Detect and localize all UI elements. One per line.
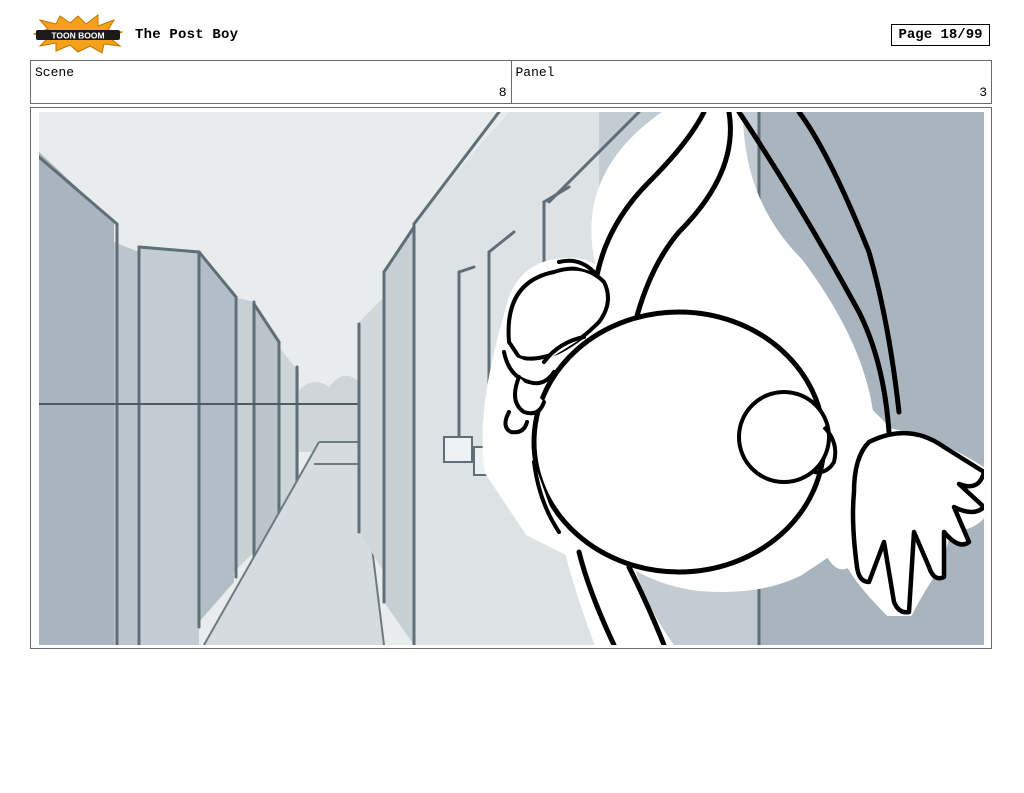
scene-cell: Scene 8 xyxy=(31,61,511,103)
toon-boom-logo: TOON BOOM xyxy=(32,14,124,54)
storyboard-title: The Post Boy xyxy=(135,27,239,43)
scene-panel-info: Scene 8 Panel 3 xyxy=(30,60,992,104)
scene-label: Scene xyxy=(35,65,75,80)
page-indicator: Page 18/99 xyxy=(891,24,990,46)
logo-text: TOON BOOM xyxy=(51,31,104,41)
logo-burst-icon: TOON BOOM xyxy=(32,14,124,54)
storyboard-panel xyxy=(30,107,992,649)
panel-number: 3 xyxy=(979,85,987,100)
panel-label: Panel xyxy=(515,65,555,80)
scene-number: 8 xyxy=(498,85,507,100)
panel-cell: Panel 3 xyxy=(510,61,992,103)
storyboard-drawing xyxy=(39,112,984,645)
